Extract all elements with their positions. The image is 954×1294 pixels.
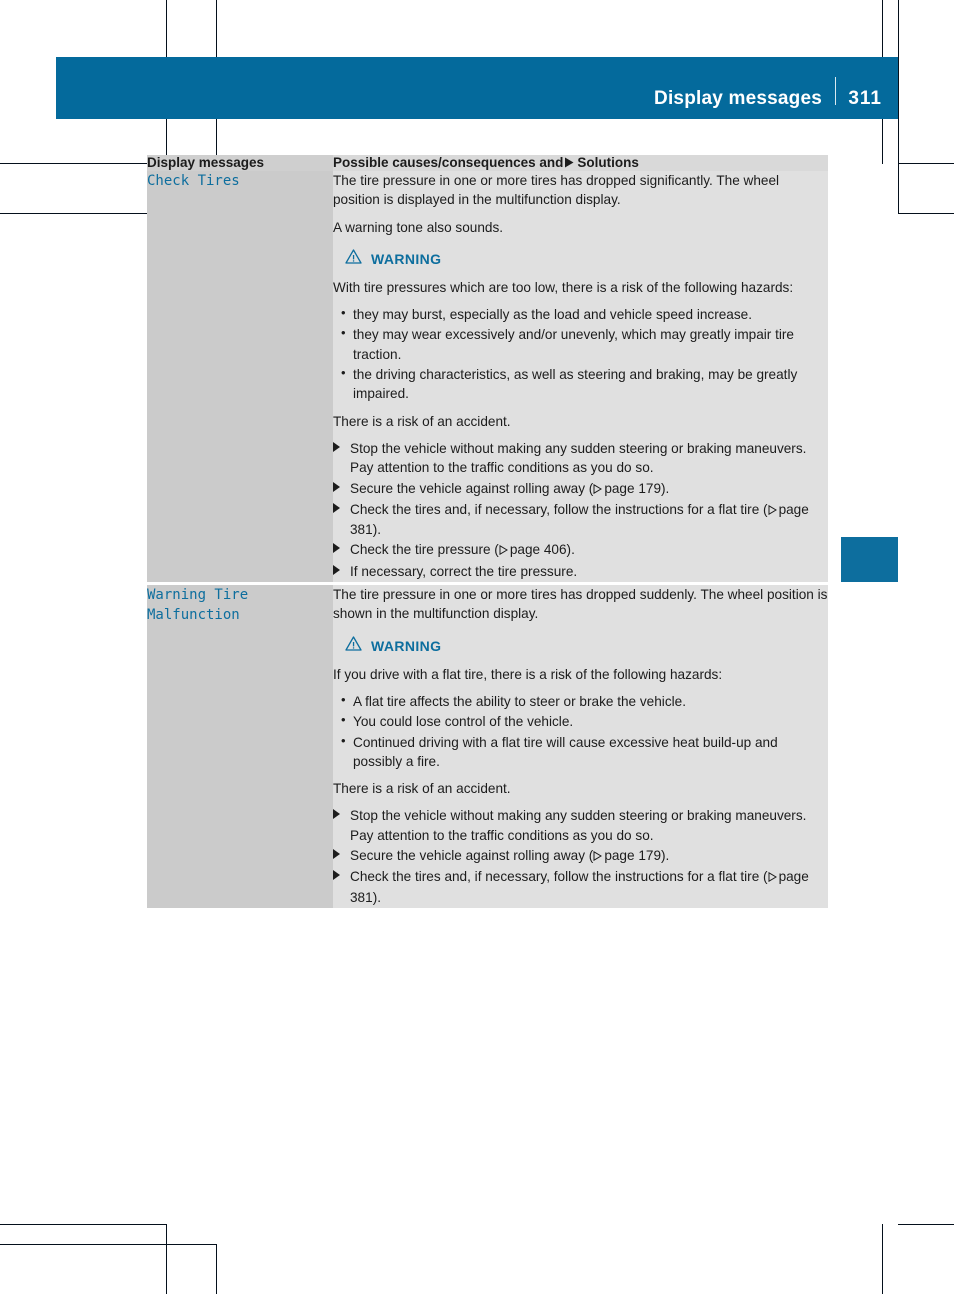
solid-right-triangle-icon [565, 156, 574, 171]
page-number: 311 [848, 88, 882, 109]
step-text-after: ). [372, 889, 381, 905]
step-text-after: ). [566, 542, 575, 558]
display-message-code: Check Tires [147, 173, 240, 189]
step-text: Check the tire pressure ( [350, 542, 499, 558]
solid-right-triangle-icon [333, 564, 340, 575]
list-item: Check the tires and, if necessary, follo… [333, 867, 828, 907]
page-title: Display messages [654, 88, 822, 109]
crop-mark-bottom-left-vertical [166, 1224, 167, 1294]
hollow-right-triangle-icon [768, 868, 777, 887]
crop-mark-bottom-left-vertical-2 [216, 1244, 217, 1294]
page-reference[interactable]: page 179 [604, 848, 661, 863]
warning-heading: WARNING [345, 635, 828, 656]
header-divider [835, 77, 836, 105]
warning-heading: WARNING [345, 249, 828, 269]
warning-triangle-icon [345, 635, 362, 656]
crop-mark-top-left-horizontal-2 [0, 213, 166, 214]
table-header-row: Display messages Possible causes/consequ… [147, 155, 828, 171]
solid-right-triangle-icon [333, 849, 340, 860]
body-paragraph: There is a risk of an accident. [333, 413, 511, 429]
body-paragraph: There is a risk of an accident. [333, 781, 511, 797]
display-messages-table: Display messages Possible causes/consequ… [147, 155, 828, 908]
crop-mark-bottom-right-vertical [882, 1224, 883, 1294]
solid-right-triangle-icon [333, 481, 340, 492]
column-header-causes-solutions: Possible causes/consequences and Solution… [333, 155, 828, 171]
column-header-text-after: Solutions [577, 155, 639, 170]
message-name-cell: Check Tires [147, 171, 333, 583]
step-text: If necessary, correct the tire pressure. [350, 563, 578, 579]
table-row: Warning Tire Malfunction The tire pressur… [147, 585, 828, 908]
body-paragraph: The tire pressure in one or more tires h… [333, 173, 780, 208]
list-item: the driving characteristics, as well as … [333, 364, 828, 404]
crop-mark-bottom-left-horizontal-2 [0, 1244, 216, 1245]
list-item: Secure the vehicle against rolling away … [333, 479, 828, 499]
body-paragraph: The tire pressure in one or more tires h… [333, 587, 828, 622]
table-row: Check Tires The tire pressure in one or m… [147, 171, 828, 583]
solid-right-triangle-icon [333, 543, 340, 554]
list-item: Check the tire pressure ( page 406). [333, 540, 828, 560]
hazard-bullet-list: they may burst, especially as the load a… [333, 304, 828, 404]
list-item: Stop the vehicle without making any sudd… [333, 439, 828, 478]
display-message-code: Warning Tire Malfunction [147, 587, 249, 624]
step-text: Secure the vehicle against rolling away … [350, 480, 594, 496]
step-text-after: ). [661, 848, 670, 864]
hazard-bullet-list: A flat tire affects the ability to steer… [333, 691, 828, 772]
solution-step-list: Stop the vehicle without making any sudd… [333, 439, 828, 581]
message-name-cell: Warning Tire Malfunction [147, 585, 333, 908]
solid-right-triangle-icon [333, 502, 340, 513]
crop-mark-top-right-horizontal-2 [898, 213, 954, 214]
solution-step-list: Stop the vehicle without making any sudd… [333, 806, 828, 906]
page-reference[interactable]: page 179 [604, 481, 661, 496]
causes-solutions-cell: The tire pressure in one or more tires h… [333, 171, 828, 583]
step-text-after: ). [661, 480, 670, 496]
solid-right-triangle-icon [333, 870, 340, 881]
body-paragraph: With tire pressures which are too low, t… [333, 279, 794, 295]
step-text-after: ). [372, 522, 381, 538]
step-text: Secure the vehicle against rolling away … [350, 848, 594, 864]
side-tab: On-board computer and displays [841, 170, 898, 545]
solid-right-triangle-icon [333, 809, 340, 820]
crop-mark-bottom-left-horizontal [0, 1224, 166, 1225]
list-item: they may burst, especially as the load a… [333, 304, 828, 324]
side-tab-marker [841, 537, 898, 582]
step-text: Stop the vehicle without making any sudd… [350, 808, 807, 843]
list-item: Stop the vehicle without making any sudd… [333, 806, 828, 845]
list-item: Check the tires and, if necessary, follo… [333, 500, 828, 540]
column-header-text-before: Possible causes/consequences and [333, 155, 564, 170]
step-text: Check the tires and, if necessary, follo… [350, 501, 768, 517]
crop-mark-bottom-right-horizontal [898, 1224, 954, 1225]
step-text: Stop the vehicle without making any sudd… [350, 440, 807, 476]
list-item: Continued driving with a flat tire will … [333, 732, 828, 772]
list-item: If necessary, correct the tire pressure. [333, 562, 828, 581]
body-paragraph: A warning tone also sounds. [333, 219, 504, 235]
column-header-display-messages: Display messages [147, 155, 333, 171]
page-reference[interactable]: page 406 [510, 542, 567, 557]
page-header-band: Display messages 311 [56, 57, 898, 119]
list-item: You could lose control of the vehicle. [333, 711, 828, 731]
warning-triangle-icon [345, 249, 362, 269]
crop-mark-top-left-horizontal [0, 163, 166, 164]
warning-label: WARNING [371, 250, 442, 267]
table-body: Check Tires The tire pressure in one or m… [147, 171, 828, 908]
list-item: A flat tire affects the ability to steer… [333, 691, 828, 711]
crop-mark-top-right-vertical-2 [898, 0, 899, 213]
crop-mark-top-right-horizontal [898, 163, 954, 164]
hollow-right-triangle-icon [593, 847, 603, 866]
solid-right-triangle-icon [333, 441, 340, 452]
hollow-right-triangle-icon [593, 480, 603, 499]
list-item: Secure the vehicle against rolling away … [333, 846, 828, 866]
list-item: they may wear excessively and/or unevenl… [333, 324, 828, 364]
causes-solutions-cell: The tire pressure in one or more tires h… [333, 585, 828, 908]
step-text: Check the tires and, if necessary, follo… [350, 869, 768, 885]
hollow-right-triangle-icon [499, 541, 508, 560]
hollow-right-triangle-icon [768, 501, 777, 520]
body-paragraph: If you drive with a flat tire, there is … [333, 666, 723, 682]
warning-label: WARNING [371, 637, 442, 654]
